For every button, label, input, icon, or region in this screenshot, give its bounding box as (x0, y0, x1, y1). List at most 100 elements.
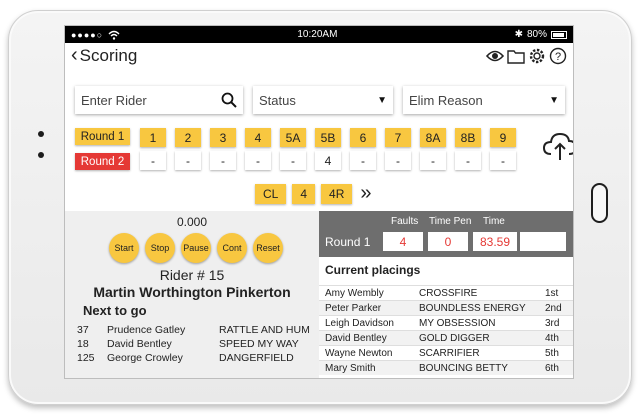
chevron-left-icon: ‹ (71, 44, 78, 66)
sensor-dot (38, 152, 44, 158)
fence-label[interactable]: 3 (210, 128, 236, 147)
pause-button[interactable]: Pause (181, 233, 211, 263)
current-rider-name: Martin Worthington Pinkerton (93, 284, 291, 300)
rider-search-placeholder: Enter Rider (81, 92, 147, 108)
placing-horse: BOUNDLESS ENERGY (419, 302, 526, 314)
fence-label[interactable]: 8A (420, 128, 446, 147)
round1-tab[interactable]: Round 1 (75, 128, 130, 145)
wifi-icon (108, 30, 120, 40)
extra-fence-button[interactable]: 4R (321, 183, 353, 204)
time-field[interactable]: 83.59 (473, 232, 517, 251)
double-chevron-right-icon[interactable]: » (360, 182, 371, 205)
rider-number: 37 (77, 324, 89, 336)
fence-label[interactable]: 2 (175, 128, 201, 147)
status-select-value: Status (259, 92, 296, 108)
start-button[interactable]: Start (109, 233, 139, 263)
placing-position: 5th (545, 347, 559, 359)
status-bar: ●●●●○ 10:20AM ✱ 80% (65, 26, 573, 43)
fence-label[interactable]: 1 (140, 128, 166, 147)
placing-position: 4th (545, 332, 559, 344)
table-row[interactable]: David Bentley GOLD DIGGER 4th (319, 330, 573, 345)
extra-score-field[interactable] (520, 232, 566, 251)
table-row[interactable]: Wayne Newton SCARRIFIER 5th (319, 345, 573, 360)
table-row[interactable]: Mary Smith BOUNCING BETTY 6th (319, 360, 573, 375)
app-screen: ●●●●○ 10:20AM ✱ 80% ‹ Scoring ? Enter Ri… (64, 25, 574, 379)
rider-name: George Crowley (107, 352, 183, 364)
fence-value[interactable]: - (420, 151, 446, 170)
timer-controls: Start Stop Pause Cont Reset (109, 233, 283, 263)
rider-search-input[interactable]: Enter Rider (75, 86, 243, 114)
time-penalty-field[interactable]: 0 (428, 232, 468, 251)
list-item[interactable]: 125 George Crowley DANGERFIELD (77, 352, 317, 364)
fence-value[interactable]: - (455, 151, 481, 170)
fence-label[interactable]: 5B (315, 128, 341, 147)
stop-button[interactable]: Stop (145, 233, 175, 263)
timer-panel: 0.000 Start Stop Pause Cont Reset Rider … (65, 211, 319, 378)
fence-value[interactable]: - (245, 151, 271, 170)
list-item[interactable]: 18 David Bentley SPEED MY WAY (77, 338, 317, 350)
fence-label[interactable]: 9 (490, 128, 516, 147)
rider-name: David Bentley (107, 338, 172, 350)
placing-horse: CROSSFIRE (419, 287, 478, 299)
fence-value[interactable]: - (350, 151, 376, 170)
round2-tab[interactable]: Round 2 (75, 153, 130, 170)
extra-fence-button[interactable]: 4 (292, 183, 316, 204)
results-panel: Faults Time Pen Time Round 1 4 0 83.59 C… (319, 211, 573, 378)
page-title: Scoring (79, 46, 138, 65)
fence-label[interactable]: 4 (245, 128, 271, 147)
fence-value[interactable]: - (385, 151, 411, 170)
fence-value[interactable]: - (175, 151, 201, 170)
reset-button[interactable]: Reset (253, 233, 283, 263)
extra-fence-button[interactable]: CL (255, 183, 287, 204)
fence-value[interactable]: - (490, 151, 516, 170)
table-row[interactable]: Leigh Davidson MY OBSESSION 3rd (319, 315, 573, 330)
fence-column: 8A - (420, 128, 446, 170)
faults-field[interactable]: 4 (383, 232, 423, 251)
folder-icon[interactable] (507, 47, 525, 65)
fence-value[interactable]: - (210, 151, 236, 170)
placing-rider: Leigh Davidson (325, 317, 394, 329)
fence-column: 5B 4 (315, 128, 341, 170)
svg-text:?: ? (555, 51, 561, 63)
horse-name: SPEED MY WAY (219, 338, 299, 350)
fence-column: 3- (210, 128, 236, 170)
eye-icon[interactable] (486, 47, 504, 65)
fence-label[interactable]: 7 (385, 128, 411, 147)
cloud-upload-icon[interactable] (542, 130, 573, 162)
caret-down-icon: ▼ (377, 94, 387, 106)
elim-reason-select[interactable]: Elim Reason ▼ (403, 86, 565, 114)
fence-label[interactable]: 8B (455, 128, 481, 147)
fence-value[interactable]: - (140, 151, 166, 170)
rider-name: Prudence Gatley (107, 324, 186, 336)
fence-column: 4- (245, 128, 271, 170)
score-round-label: Round 1 (325, 235, 371, 249)
gear-icon[interactable] (528, 47, 546, 65)
status-select[interactable]: Status ▼ (253, 86, 393, 114)
elim-reason-select-value: Elim Reason (409, 92, 483, 108)
score-header: Faults Time Pen Time Round 1 4 0 83.59 (319, 211, 573, 257)
rider-number: 125 (77, 352, 95, 364)
placing-rider: Peter Parker (325, 302, 382, 314)
back-button[interactable]: ‹ Scoring (71, 44, 138, 66)
fence-column: 2- (175, 128, 201, 170)
clock: 10:20AM (297, 29, 338, 40)
fence-label[interactable]: 5A (280, 128, 306, 147)
continue-button[interactable]: Cont (217, 233, 247, 263)
extra-fences: CL 4 4R » (255, 182, 372, 205)
placing-position: 3rd (545, 317, 560, 329)
fence-column: 6- (350, 128, 376, 170)
help-icon[interactable]: ? (549, 47, 567, 65)
home-button[interactable] (591, 183, 608, 223)
fence-label[interactable]: 6 (350, 128, 376, 147)
list-item[interactable]: 37 Prudence Gatley RATTLE AND HUM (77, 324, 317, 336)
placing-horse: MY OBSESSION (419, 317, 496, 329)
fence-value[interactable]: 4 (315, 151, 341, 170)
next-to-go-title: Next to go (83, 303, 147, 318)
placing-position: 6th (545, 362, 559, 374)
placing-rider: Amy Wembly (325, 287, 384, 299)
fence-column: 9- (490, 128, 516, 170)
table-row[interactable]: Amy Wembly CROSSFIRE 1st (319, 285, 573, 300)
filter-row: Enter Rider Status ▼ Elim Reason ▼ (75, 86, 565, 114)
table-row[interactable]: Peter Parker BOUNDLESS ENERGY 2nd (319, 300, 573, 315)
fence-value[interactable]: - (280, 151, 306, 170)
